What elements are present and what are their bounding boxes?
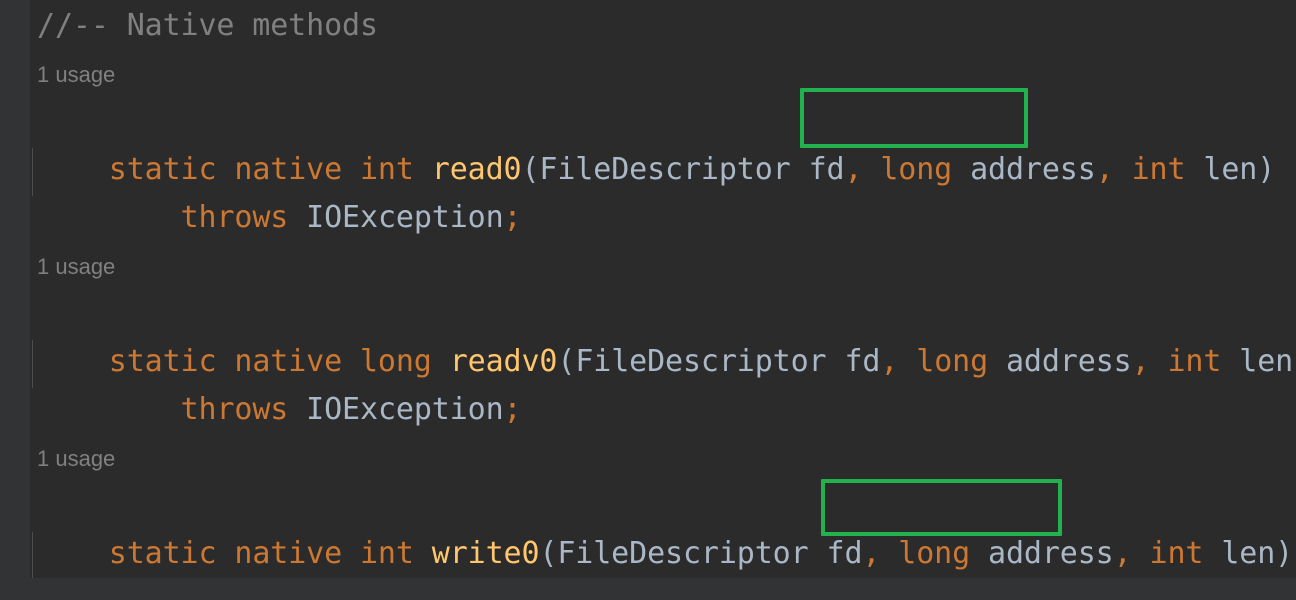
param-comma-2: , xyxy=(1113,536,1132,571)
space-sep xyxy=(827,344,845,379)
param1-type: FileDescriptor xyxy=(557,536,809,571)
space-sep xyxy=(1221,344,1239,379)
indent-guide-1 xyxy=(32,148,33,196)
param2-type[interactable]: long xyxy=(880,152,952,187)
semicolon: ; xyxy=(503,392,522,427)
param1-name: fd xyxy=(826,536,863,571)
param3-name: len xyxy=(1203,152,1258,187)
param3-name: len xyxy=(1239,344,1294,379)
throws-keyword: throws xyxy=(180,392,289,427)
space-sep xyxy=(988,344,1006,379)
space-sep xyxy=(1132,536,1150,571)
usage-hint-readv0[interactable]: 1 usage xyxy=(37,252,115,282)
throws-exception-type[interactable]: IOException xyxy=(306,392,503,427)
usage-hint-write0[interactable]: 1 usage xyxy=(37,444,115,474)
usage-hint-read0[interactable]: 1 usage xyxy=(37,60,115,90)
space-sep xyxy=(288,200,306,235)
space-sep xyxy=(809,536,827,571)
param3-type: int xyxy=(1131,152,1186,187)
param-comma-1: , xyxy=(880,344,899,379)
space-sep xyxy=(970,536,988,571)
space-sep xyxy=(1203,536,1221,571)
editor-gutter[interactable] xyxy=(0,0,30,578)
space-sep xyxy=(952,152,970,187)
param-comma-1: , xyxy=(862,536,881,571)
space-sep xyxy=(1150,344,1168,379)
throws-keyword: throws xyxy=(180,200,289,235)
close-paren: ) xyxy=(1257,152,1276,187)
semicolon: ; xyxy=(503,200,522,235)
param-comma-1: , xyxy=(844,152,863,187)
open-paren: ( xyxy=(521,152,540,187)
code-editor[interactable]: //-- Native methods 1 usage static nativ… xyxy=(0,0,1296,600)
param-comma-2: , xyxy=(1131,344,1150,379)
editor-bottom-strip xyxy=(0,578,1296,600)
param1-type: FileDescriptor xyxy=(539,152,791,187)
param1-type: FileDescriptor xyxy=(575,344,827,379)
space-sep xyxy=(791,152,809,187)
space-sep xyxy=(898,344,916,379)
code-line-comment[interactable]: //-- Native methods xyxy=(37,2,378,50)
param3-type: int xyxy=(1149,536,1204,571)
param2-type[interactable]: long xyxy=(898,536,970,571)
open-paren: ( xyxy=(557,344,576,379)
space-sep xyxy=(1114,152,1132,187)
param2-name[interactable]: address xyxy=(988,536,1114,571)
space-sep xyxy=(1185,152,1203,187)
param1-name: fd xyxy=(844,344,881,379)
close-paren: ) xyxy=(1275,536,1294,571)
param-comma-2: , xyxy=(1095,152,1114,187)
param3-type: int xyxy=(1167,344,1222,379)
throws-exception-type[interactable]: IOException xyxy=(306,200,503,235)
param3-name: len xyxy=(1221,536,1276,571)
space-sep xyxy=(880,536,898,571)
space-sep xyxy=(862,152,880,187)
open-paren: ( xyxy=(539,536,558,571)
space-sep xyxy=(288,392,306,427)
indent-guide-2 xyxy=(32,340,33,388)
param2-name[interactable]: address xyxy=(970,152,1096,187)
param2-type[interactable]: long xyxy=(916,344,988,379)
param1-name: fd xyxy=(808,152,845,187)
param2-name[interactable]: address xyxy=(1006,344,1132,379)
indent-guide-3 xyxy=(32,532,33,578)
